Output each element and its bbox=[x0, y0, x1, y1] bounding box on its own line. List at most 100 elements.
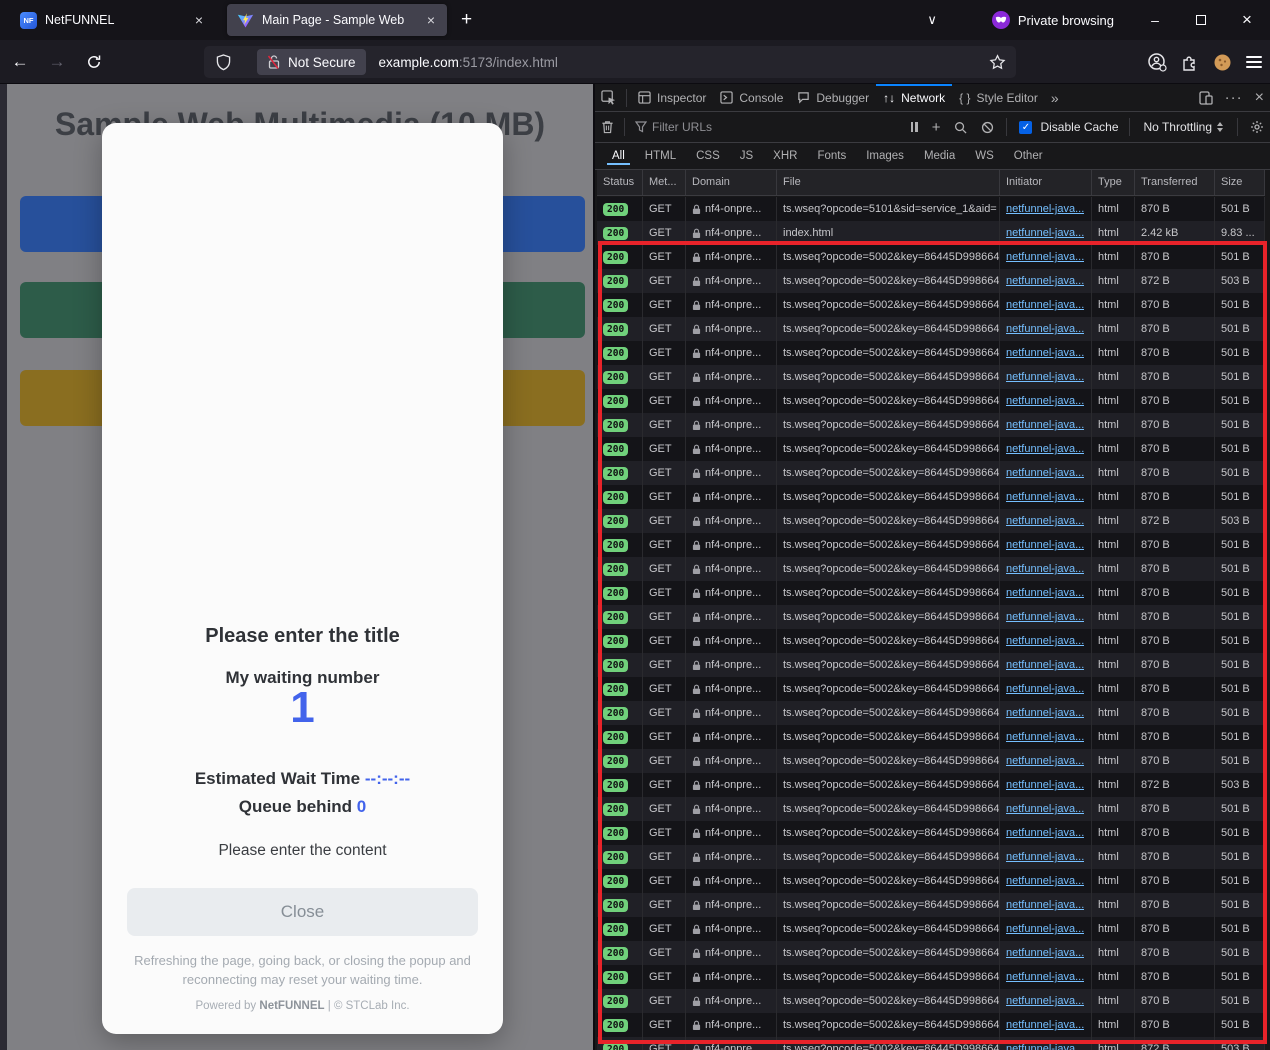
table-row[interactable]: 200 GET nf4-onpre... ts.wseq?opcode=5002… bbox=[597, 1037, 1265, 1050]
initiator-link[interactable]: netfunnel-java... bbox=[1006, 629, 1084, 653]
table-row[interactable]: 200 GET nf4-onpre... ts.wseq?opcode=5002… bbox=[597, 245, 1265, 269]
initiator-link[interactable]: netfunnel-java... bbox=[1006, 485, 1084, 509]
col-file[interactable]: File bbox=[777, 170, 1000, 195]
table-row[interactable]: 200 GET nf4-onpre... ts.wseq?opcode=5002… bbox=[597, 269, 1265, 293]
initiator-link[interactable]: netfunnel-java... bbox=[1006, 245, 1084, 269]
back-button[interactable]: ← bbox=[3, 46, 37, 78]
bookmark-star-icon[interactable] bbox=[989, 54, 1006, 71]
url-bar[interactable]: Not Secure example.com:5173/index.html bbox=[204, 46, 1016, 78]
filter-all[interactable]: All bbox=[603, 146, 634, 166]
cookie-extension-icon[interactable] bbox=[1213, 53, 1232, 72]
col-size[interactable]: Size bbox=[1215, 170, 1265, 195]
initiator-link[interactable]: netfunnel-java... bbox=[1006, 341, 1084, 365]
table-row[interactable]: 200 GET nf4-onpre... ts.wseq?opcode=5002… bbox=[597, 941, 1265, 965]
initiator-link[interactable]: netfunnel-java... bbox=[1006, 197, 1084, 221]
initiator-link[interactable]: netfunnel-java... bbox=[1006, 269, 1084, 293]
table-row[interactable]: 200 GET nf4-onpre... ts.wseq?opcode=5002… bbox=[597, 1013, 1265, 1037]
table-row[interactable]: 200 GET nf4-onpre... ts.wseq?opcode=5002… bbox=[597, 485, 1265, 509]
initiator-link[interactable]: netfunnel-java... bbox=[1006, 605, 1084, 629]
table-row[interactable]: 200 GET nf4-onpre... ts.wseq?opcode=5002… bbox=[597, 917, 1265, 941]
col-type[interactable]: Type bbox=[1092, 170, 1135, 195]
initiator-link[interactable]: netfunnel-java... bbox=[1006, 797, 1084, 821]
maximize-button[interactable] bbox=[1178, 0, 1224, 40]
initiator-link[interactable]: netfunnel-java... bbox=[1006, 317, 1084, 341]
initiator-link[interactable]: netfunnel-java... bbox=[1006, 941, 1084, 965]
filter-xhr[interactable]: XHR bbox=[764, 146, 806, 166]
col-initiator[interactable]: Initiator bbox=[1000, 170, 1092, 195]
devtools-menu-icon[interactable]: ··· bbox=[1219, 84, 1249, 112]
filter-urls-input[interactable]: Filter URLs bbox=[652, 120, 712, 134]
table-row[interactable]: 200 GET nf4-onpre... ts.wseq?opcode=5002… bbox=[597, 341, 1265, 365]
table-row[interactable]: 200 GET nf4-onpre... ts.wseq?opcode=5002… bbox=[597, 821, 1265, 845]
initiator-link[interactable]: netfunnel-java... bbox=[1006, 749, 1084, 773]
table-row[interactable]: 200 GET nf4-onpre... ts.wseq?opcode=5002… bbox=[597, 389, 1265, 413]
node-picker-icon[interactable] bbox=[595, 84, 622, 112]
table-row[interactable]: 200 GET nf4-onpre... ts.wseq?opcode=5002… bbox=[597, 557, 1265, 581]
initiator-link[interactable]: netfunnel-java... bbox=[1006, 893, 1084, 917]
table-row[interactable]: 200 GET nf4-onpre... index.html netfunne… bbox=[597, 221, 1265, 245]
initiator-link[interactable]: netfunnel-java... bbox=[1006, 1037, 1084, 1050]
disable-cache-label[interactable]: Disable Cache bbox=[1040, 120, 1118, 134]
account-icon[interactable] bbox=[1147, 52, 1167, 72]
table-row[interactable]: 200 GET nf4-onpre... ts.wseq?opcode=5002… bbox=[597, 413, 1265, 437]
table-row[interactable]: 200 GET nf4-onpre... ts.wseq?opcode=5002… bbox=[597, 653, 1265, 677]
initiator-link[interactable]: netfunnel-java... bbox=[1006, 365, 1084, 389]
initiator-link[interactable]: netfunnel-java... bbox=[1006, 461, 1084, 485]
table-row[interactable]: 200 GET nf4-onpre... ts.wseq?opcode=5002… bbox=[597, 677, 1265, 701]
tab-console[interactable]: Console bbox=[713, 84, 790, 112]
initiator-link[interactable]: netfunnel-java... bbox=[1006, 437, 1084, 461]
table-row[interactable]: 200 GET nf4-onpre... ts.wseq?opcode=5002… bbox=[597, 701, 1265, 725]
table-row[interactable]: 200 GET nf4-onpre... ts.wseq?opcode=5002… bbox=[597, 629, 1265, 653]
table-row[interactable]: 200 GET nf4-onpre... ts.wseq?opcode=5002… bbox=[597, 581, 1265, 605]
initiator-link[interactable]: netfunnel-java... bbox=[1006, 1013, 1084, 1037]
tab-close-icon[interactable]: × bbox=[193, 12, 205, 28]
initiator-link[interactable]: netfunnel-java... bbox=[1006, 389, 1084, 413]
table-row[interactable]: 200 GET nf4-onpre... ts.wseq?opcode=5002… bbox=[597, 989, 1265, 1013]
col-status[interactable]: Status bbox=[597, 170, 643, 195]
not-secure-chip[interactable]: Not Secure bbox=[257, 49, 366, 75]
throttling-select[interactable]: No Throttling bbox=[1136, 120, 1231, 134]
responsive-design-icon[interactable] bbox=[1193, 84, 1219, 112]
filter-other[interactable]: Other bbox=[1005, 146, 1052, 166]
table-row[interactable]: 200 GET nf4-onpre... ts.wseq?opcode=5002… bbox=[597, 845, 1265, 869]
new-tab-button[interactable]: + bbox=[461, 9, 472, 31]
tab-main-page[interactable]: Main Page - Sample Web × bbox=[227, 4, 447, 36]
initiator-link[interactable]: netfunnel-java... bbox=[1006, 581, 1084, 605]
initiator-link[interactable]: netfunnel-java... bbox=[1006, 221, 1084, 245]
tab-network[interactable]: ↑↓ Network bbox=[876, 84, 952, 112]
filter-images[interactable]: Images bbox=[857, 146, 913, 166]
initiator-link[interactable]: netfunnel-java... bbox=[1006, 509, 1084, 533]
clear-requests-trash-icon[interactable] bbox=[595, 113, 620, 141]
table-row[interactable]: 200 GET nf4-onpre... ts.wseq?opcode=5002… bbox=[597, 773, 1265, 797]
initiator-link[interactable]: netfunnel-java... bbox=[1006, 677, 1084, 701]
table-row[interactable]: 200 GET nf4-onpre... ts.wseq?opcode=5002… bbox=[597, 869, 1265, 893]
initiator-link[interactable]: netfunnel-java... bbox=[1006, 725, 1084, 749]
tab-style-editor[interactable]: { } Style Editor bbox=[952, 84, 1045, 112]
tab-debugger[interactable]: Debugger bbox=[790, 84, 876, 112]
close-button[interactable]: Close bbox=[127, 888, 478, 936]
initiator-link[interactable]: netfunnel-java... bbox=[1006, 917, 1084, 941]
close-window-button[interactable]: × bbox=[1224, 0, 1270, 40]
tab-close-icon[interactable]: × bbox=[425, 12, 437, 28]
table-row[interactable]: 200 GET nf4-onpre... ts.wseq?opcode=5101… bbox=[597, 197, 1265, 221]
table-row[interactable]: 200 GET nf4-onpre... ts.wseq?opcode=5002… bbox=[597, 437, 1265, 461]
minimize-button[interactable]: – bbox=[1132, 0, 1178, 40]
table-row[interactable]: 200 GET nf4-onpre... ts.wseq?opcode=5002… bbox=[597, 605, 1265, 629]
initiator-link[interactable]: netfunnel-java... bbox=[1006, 533, 1084, 557]
reload-button[interactable] bbox=[77, 46, 111, 78]
col-transferred[interactable]: Transferred bbox=[1135, 170, 1215, 195]
table-row[interactable]: 200 GET nf4-onpre... ts.wseq?opcode=5002… bbox=[597, 317, 1265, 341]
table-row[interactable]: 200 GET nf4-onpre... ts.wseq?opcode=5002… bbox=[597, 461, 1265, 485]
filter-css[interactable]: CSS bbox=[687, 146, 729, 166]
list-tabs-chevron-icon[interactable]: ∨ bbox=[927, 12, 937, 28]
table-row[interactable]: 200 GET nf4-onpre... ts.wseq?opcode=5002… bbox=[597, 893, 1265, 917]
initiator-link[interactable]: netfunnel-java... bbox=[1006, 701, 1084, 725]
table-row[interactable]: 200 GET nf4-onpre... ts.wseq?opcode=5002… bbox=[597, 533, 1265, 557]
menu-hamburger-icon[interactable] bbox=[1246, 53, 1262, 71]
pause-icon[interactable] bbox=[905, 113, 924, 141]
table-row[interactable]: 200 GET nf4-onpre... ts.wseq?opcode=5002… bbox=[597, 509, 1265, 533]
col-domain[interactable]: Domain bbox=[686, 170, 777, 195]
table-row[interactable]: 200 GET nf4-onpre... ts.wseq?opcode=5002… bbox=[597, 293, 1265, 317]
network-settings-gear-icon[interactable] bbox=[1244, 113, 1270, 141]
initiator-link[interactable]: netfunnel-java... bbox=[1006, 293, 1084, 317]
